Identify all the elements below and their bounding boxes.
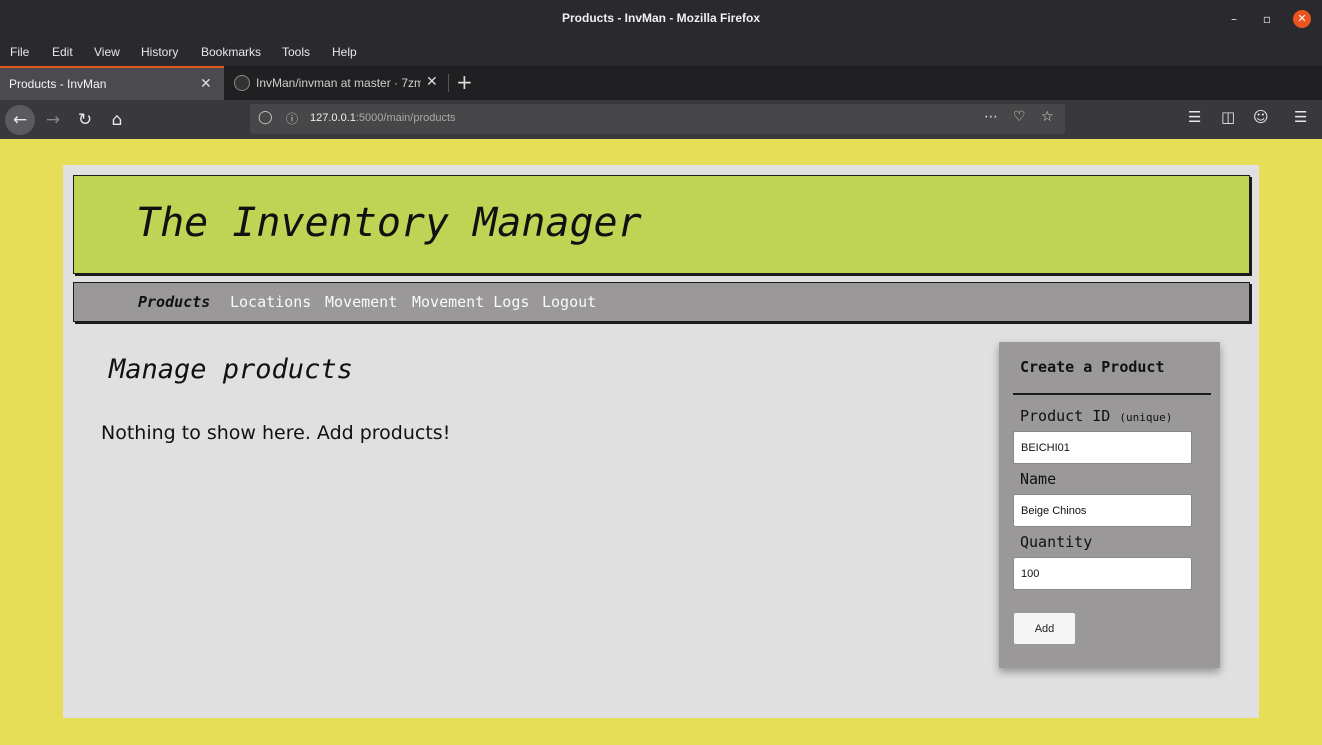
url-path: :5000/main/products: [355, 112, 456, 124]
tab-bar: Products - InvMan ✕ InvMan/invman at mas…: [0, 66, 1322, 100]
account-icon[interactable]: ☺: [1253, 108, 1269, 126]
home-icon[interactable]: ⌂: [102, 105, 132, 135]
menu-file[interactable]: File: [10, 45, 29, 59]
app-header: The Inventory Manager: [73, 175, 1250, 274]
app-title: The Inventory Manager: [136, 200, 642, 246]
menu-history[interactable]: History: [141, 45, 178, 59]
form-title: Create a Product: [1020, 358, 1165, 376]
page-heading: Manage products: [109, 354, 353, 385]
pocket-icon[interactable]: ♡: [1013, 109, 1026, 125]
tab-close-icon[interactable]: ✕: [426, 73, 438, 90]
star-icon[interactable]: ☆: [1041, 109, 1054, 125]
url-text[interactable]: 127.0.0.1:5000/main/products: [310, 112, 456, 124]
menu-tools[interactable]: Tools: [282, 45, 310, 59]
minimize-icon[interactable]: –: [1225, 10, 1243, 28]
page-container: The Inventory Manager Products Locations…: [63, 165, 1259, 718]
quantity-label: Quantity: [1020, 533, 1093, 551]
info-icon[interactable]: ⓘ: [286, 110, 298, 127]
tab-label: Products - InvMan: [9, 77, 107, 91]
reload-icon[interactable]: ↻: [70, 105, 100, 135]
nav-logout[interactable]: Logout: [542, 293, 596, 311]
window-titlebar: Products - InvMan - Mozilla Firefox – ▫ …: [0, 0, 1322, 38]
name-label: Name: [1020, 470, 1057, 488]
more-icon[interactable]: ⋯: [984, 109, 998, 125]
add-button[interactable]: Add: [1013, 612, 1076, 645]
tab-label: InvMan/invman at master · 7zmz: [256, 76, 421, 90]
app-nav: Products Locations Movement Movement Log…: [73, 282, 1250, 322]
empty-message: Nothing to show here. Add products!: [101, 422, 451, 444]
product-id-label-text: Product ID: [1020, 407, 1111, 425]
product-id-label: Product ID (unique): [1020, 407, 1172, 425]
menu-bar: File Edit View History Bookmarks Tools H…: [0, 38, 1322, 66]
github-icon: [234, 75, 250, 91]
tab-separator: [448, 74, 449, 92]
hamburger-menu-icon[interactable]: ☰: [1294, 108, 1307, 126]
menu-edit[interactable]: Edit: [52, 45, 73, 59]
nav-movement[interactable]: Movement: [325, 293, 397, 311]
menu-help[interactable]: Help: [332, 45, 357, 59]
nav-products[interactable]: Products: [138, 293, 210, 311]
create-product-form: Create a Product Product ID (unique) Nam…: [999, 342, 1220, 668]
maximize-icon[interactable]: ▫: [1258, 10, 1276, 28]
close-icon[interactable]: ✕: [1293, 10, 1311, 28]
url-host: 127.0.0.1: [310, 112, 356, 124]
tab-close-icon[interactable]: ✕: [200, 75, 212, 92]
forward-icon[interactable]: →: [38, 105, 68, 135]
product-id-hint: (unique): [1119, 411, 1173, 424]
name-input[interactable]: [1013, 494, 1192, 527]
tab-github[interactable]: InvMan/invman at master · 7zmz ✕: [226, 66, 448, 100]
library-icon[interactable]: ☰: [1188, 108, 1201, 126]
menu-view[interactable]: View: [94, 45, 120, 59]
product-id-input[interactable]: [1013, 431, 1192, 464]
tab-products[interactable]: Products - InvMan ✕: [0, 66, 224, 100]
window-title: Products - InvMan - Mozilla Firefox: [561, 11, 761, 25]
back-icon[interactable]: ←: [5, 105, 35, 135]
sidebar-icon[interactable]: ◫: [1221, 108, 1235, 126]
menu-bookmarks[interactable]: Bookmarks: [201, 45, 261, 59]
nav-movement-logs[interactable]: Movement Logs: [412, 293, 529, 311]
url-bar[interactable]: ◯ ⓘ 127.0.0.1:5000/main/products ⋯ ♡ ☆: [250, 104, 1065, 134]
nav-toolbar: ← → ↻ ⌂ ◯ ⓘ 127.0.0.1:5000/main/products…: [0, 100, 1322, 139]
quantity-input[interactable]: [1013, 557, 1192, 590]
shield-icon[interactable]: ◯: [258, 110, 273, 125]
new-tab-icon[interactable]: +: [456, 70, 473, 94]
form-divider: [1013, 393, 1211, 395]
nav-locations[interactable]: Locations: [230, 293, 311, 311]
